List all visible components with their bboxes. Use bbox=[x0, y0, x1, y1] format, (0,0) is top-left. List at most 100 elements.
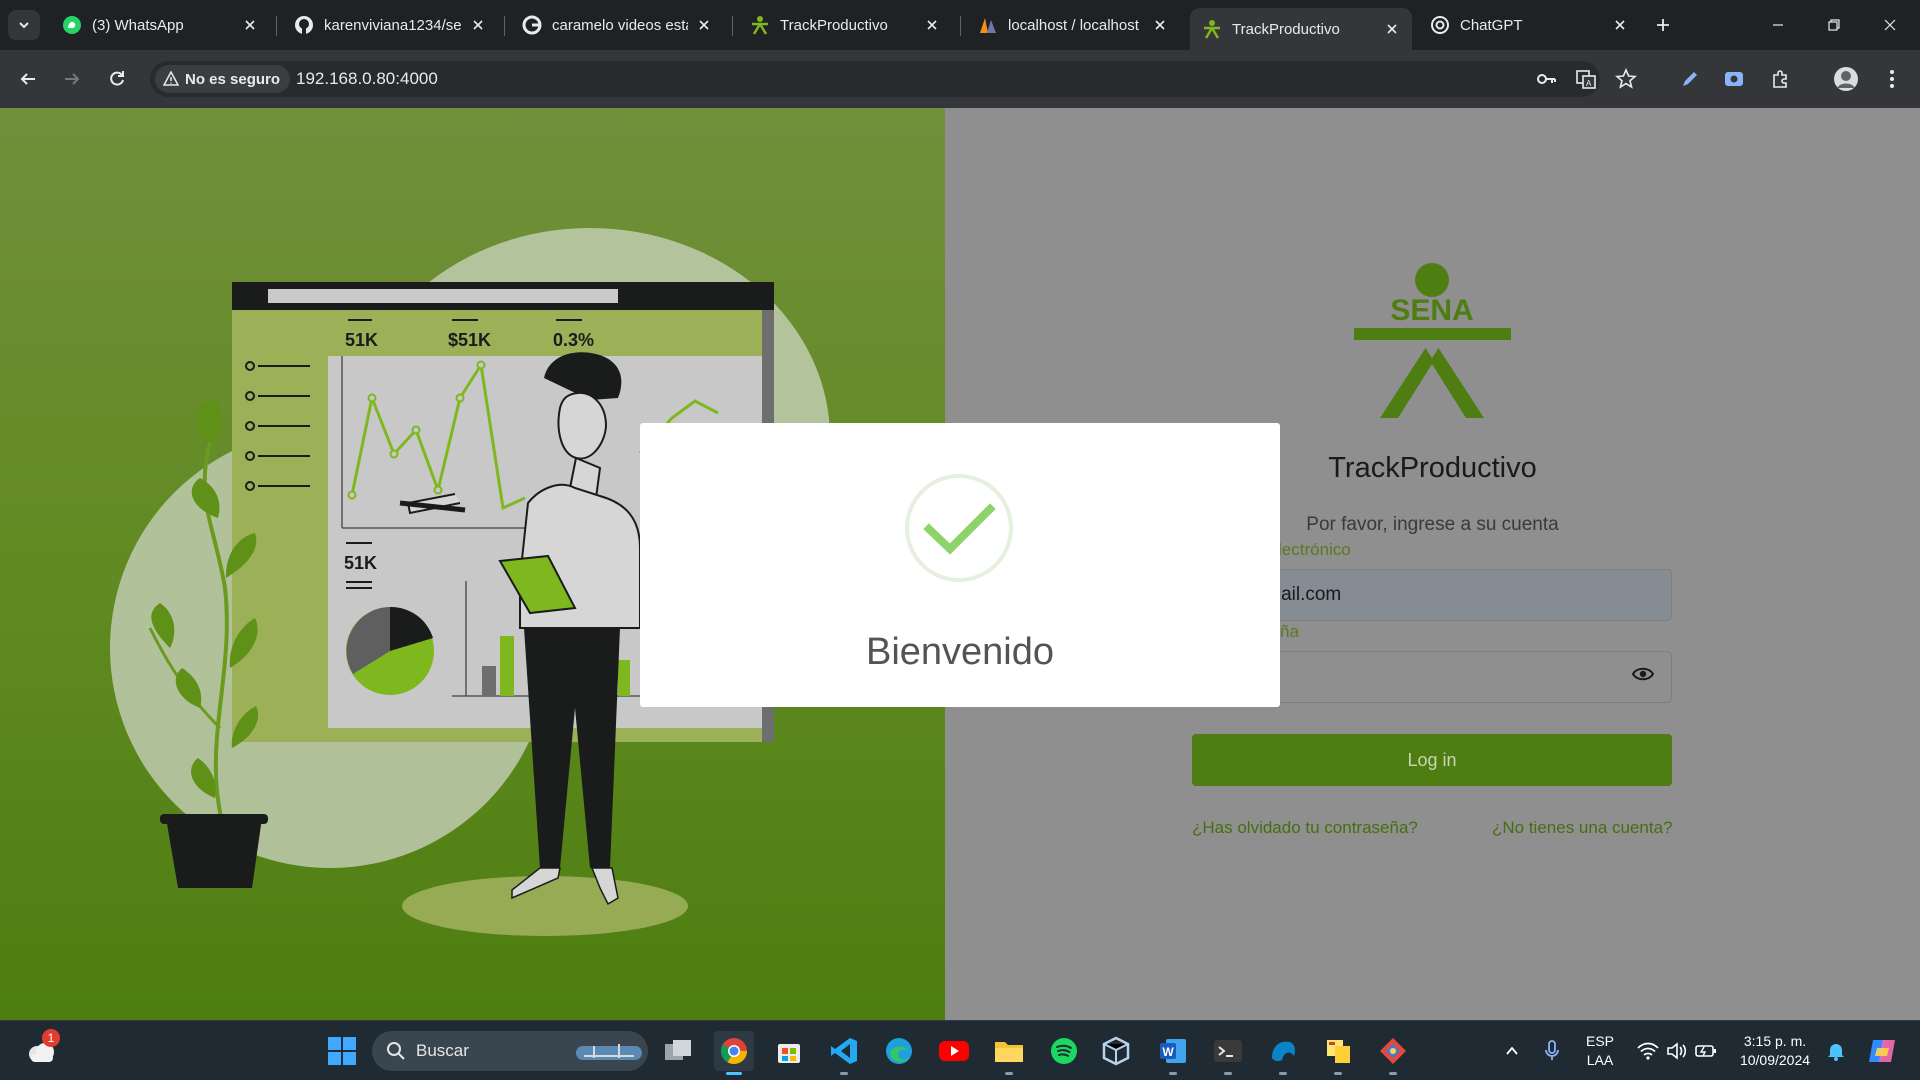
new-tab-button[interactable] bbox=[1650, 12, 1676, 38]
terminal-button[interactable] bbox=[1208, 1031, 1248, 1075]
security-indicator[interactable]: No es seguro bbox=[155, 65, 291, 93]
clock-time: 3:15 p. m. bbox=[1743, 1033, 1807, 1049]
close-icon[interactable] bbox=[1612, 17, 1628, 33]
chrome-icon bbox=[720, 1038, 748, 1065]
taskbar-search[interactable]: Buscar bbox=[372, 1031, 648, 1071]
file-explorer-button[interactable] bbox=[989, 1031, 1029, 1075]
screen-capture-icon[interactable] bbox=[1718, 63, 1750, 95]
chevron-up-icon bbox=[1506, 1046, 1518, 1055]
tab-title: localhost / localhost bbox=[1008, 16, 1139, 34]
tab-separator bbox=[276, 16, 277, 36]
clock-date: 10/09/2024 bbox=[1739, 1052, 1811, 1068]
more-menu-icon[interactable] bbox=[1876, 63, 1908, 95]
close-icon[interactable] bbox=[1384, 21, 1400, 37]
tab-title: ChatGPT bbox=[1460, 16, 1523, 34]
youtube-button[interactable] bbox=[934, 1031, 974, 1071]
tab-trackproductivo-active[interactable]: TrackProductivo bbox=[1190, 8, 1412, 50]
running-indicator bbox=[1389, 1072, 1397, 1075]
pen-extension-icon[interactable] bbox=[1674, 63, 1706, 95]
input-language[interactable]: ESP LAA bbox=[1580, 1032, 1620, 1070]
back-button[interactable] bbox=[12, 63, 44, 95]
stat-revenue: $51K bbox=[448, 330, 491, 350]
windows-logo-icon bbox=[328, 1037, 356, 1065]
bookmark-star-icon[interactable] bbox=[1613, 66, 1639, 92]
password-label: ña bbox=[1280, 622, 1299, 641]
clock[interactable]: 3:15 p. m. 10/09/2024 bbox=[1732, 1032, 1818, 1070]
task-view-button[interactable] bbox=[658, 1031, 698, 1071]
close-window-button[interactable] bbox=[1862, 0, 1918, 50]
notification-bell-icon[interactable] bbox=[1824, 1039, 1848, 1063]
running-indicator bbox=[1169, 1072, 1177, 1075]
login-button[interactable]: Log in bbox=[1192, 734, 1672, 786]
svg-text:A: A bbox=[1586, 79, 1592, 88]
github-icon bbox=[294, 15, 314, 35]
tab-search-button[interactable] bbox=[8, 10, 40, 40]
mysql-workbench-button[interactable] bbox=[1263, 1031, 1303, 1075]
extensions-puzzle-icon[interactable] bbox=[1764, 63, 1796, 95]
arrow-left-icon bbox=[20, 73, 35, 85]
virtualbox-button[interactable] bbox=[1096, 1031, 1136, 1071]
tab-trackproductivo[interactable]: TrackProductivo bbox=[738, 8, 952, 42]
signup-link[interactable]: ¿No tienes una cuenta? bbox=[1492, 818, 1673, 838]
youtube-icon bbox=[939, 1041, 969, 1061]
svg-text:SENA: SENA bbox=[1390, 294, 1473, 327]
dolphin-icon bbox=[1272, 1041, 1295, 1062]
store-icon bbox=[778, 1044, 800, 1063]
edge-button[interactable] bbox=[879, 1031, 919, 1071]
forward-button[interactable] bbox=[56, 63, 88, 95]
running-indicator bbox=[840, 1072, 848, 1075]
git-tool-button[interactable] bbox=[1373, 1031, 1413, 1075]
reload-button[interactable] bbox=[101, 63, 133, 95]
close-icon[interactable] bbox=[470, 17, 486, 33]
close-icon[interactable] bbox=[242, 17, 258, 33]
edge-icon bbox=[886, 1038, 912, 1064]
close-icon[interactable] bbox=[924, 17, 940, 33]
forgot-password-link[interactable]: ¿Has olvidado tu contraseña? bbox=[1192, 818, 1418, 838]
microphone-icon[interactable] bbox=[1540, 1039, 1564, 1063]
close-icon[interactable] bbox=[696, 17, 712, 33]
word-button[interactable]: W bbox=[1153, 1031, 1193, 1075]
weather-widget[interactable]: 1 bbox=[20, 1029, 60, 1071]
sena-logo: SENA bbox=[1354, 263, 1511, 418]
warning-icon bbox=[163, 71, 179, 86]
chatgpt-icon bbox=[1430, 15, 1450, 35]
tab-whatsapp[interactable]: (3) WhatsApp bbox=[50, 8, 270, 42]
running-indicator bbox=[1279, 1072, 1287, 1075]
tab-google[interactable]: caramelo videos esta bbox=[510, 8, 724, 42]
cube-icon bbox=[1102, 1036, 1130, 1066]
restore-icon bbox=[1828, 19, 1840, 31]
running-indicator bbox=[1334, 1072, 1342, 1075]
vscode-button[interactable] bbox=[824, 1031, 864, 1075]
translate-icon[interactable]: A bbox=[1573, 66, 1599, 92]
volume-icon[interactable] bbox=[1665, 1039, 1689, 1063]
battery-icon[interactable] bbox=[1694, 1039, 1718, 1063]
tab-github[interactable]: karenviviana1234/ser bbox=[282, 8, 498, 42]
start-button[interactable] bbox=[322, 1031, 362, 1071]
copilot-icon[interactable] bbox=[1866, 1035, 1898, 1067]
stat-rate: 0.3% bbox=[553, 330, 594, 350]
wifi-icon[interactable] bbox=[1636, 1039, 1660, 1063]
windows-taskbar: 1 Buscar W ESP LAA 3:15 p. m. 10/09/2024 bbox=[0, 1020, 1920, 1080]
search-placeholder: Buscar bbox=[416, 1041, 469, 1060]
minimize-button[interactable] bbox=[1750, 0, 1806, 50]
url-text[interactable]: 192.168.0.80:4000 bbox=[296, 69, 438, 89]
tab-title: TrackProductivo bbox=[780, 16, 888, 34]
microsoft-store-button[interactable] bbox=[769, 1031, 809, 1071]
search-icon bbox=[387, 1042, 405, 1060]
eye-icon[interactable] bbox=[1631, 662, 1655, 692]
chevron-down-icon bbox=[19, 22, 29, 29]
tab-localhost[interactable]: localhost / localhost bbox=[966, 8, 1180, 42]
chrome-taskbar-button[interactable] bbox=[714, 1031, 754, 1075]
address-bar[interactable]: No es seguro 192.168.0.80:4000 A bbox=[150, 61, 1637, 97]
sticky-notes-button[interactable] bbox=[1318, 1031, 1358, 1075]
close-icon[interactable] bbox=[1152, 17, 1168, 33]
password-key-icon[interactable] bbox=[1533, 66, 1559, 92]
phpmyadmin-icon bbox=[978, 15, 998, 35]
security-label: No es seguro bbox=[185, 70, 281, 88]
restore-button[interactable] bbox=[1806, 0, 1862, 50]
tab-chatgpt[interactable]: ChatGPT bbox=[1418, 8, 1640, 42]
spotify-button[interactable] bbox=[1044, 1031, 1084, 1071]
notes-icon bbox=[1327, 1040, 1350, 1063]
show-hidden-icons-button[interactable] bbox=[1500, 1039, 1524, 1063]
profile-avatar[interactable] bbox=[1830, 63, 1862, 95]
